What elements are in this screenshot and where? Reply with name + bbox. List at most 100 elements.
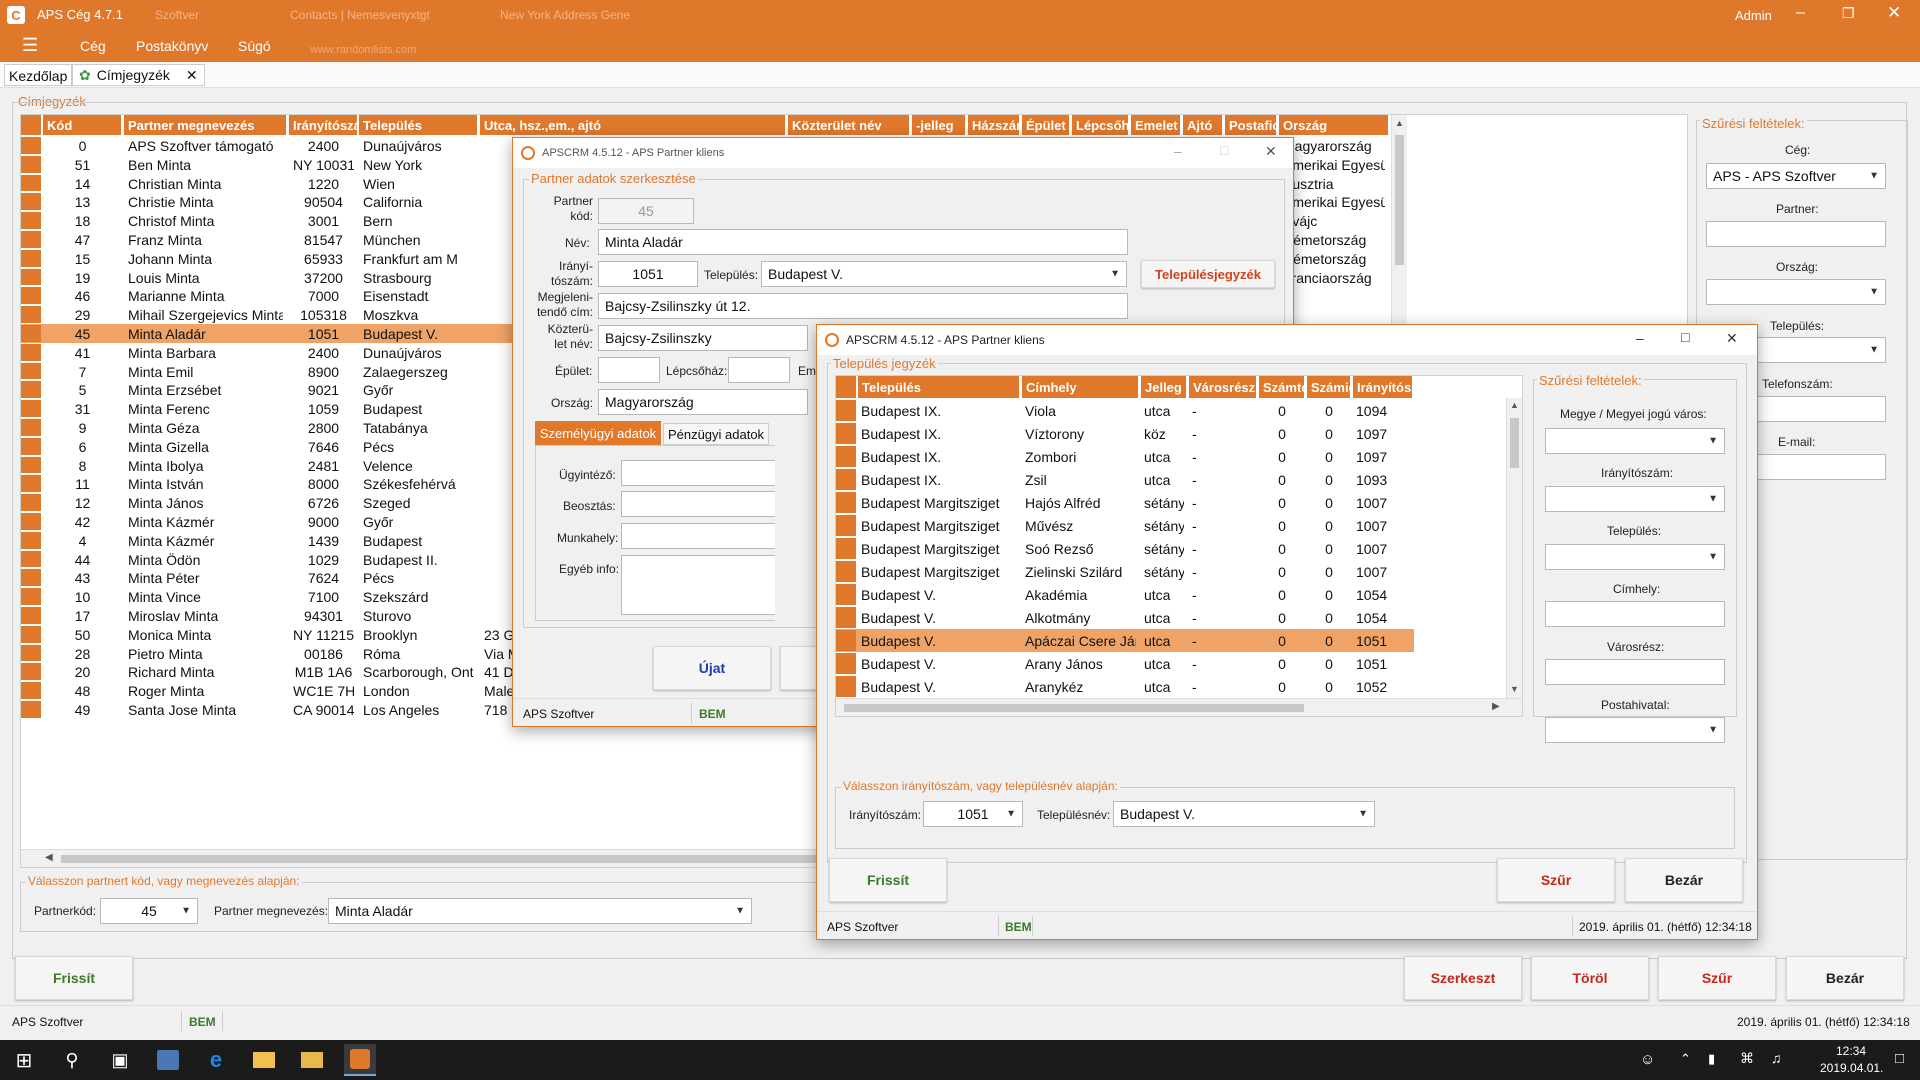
tab-kezdolap[interactable]: Kezdőlap: [4, 64, 73, 86]
nev-input[interactable]: Minta Aladár: [598, 229, 1128, 255]
table-row[interactable]: Budapest V. Alkotmány utca - 0 0 1054: [836, 606, 1414, 629]
file-explorer-icon[interactable]: [248, 1044, 280, 1076]
megjelenito-cim-input[interactable]: Bajcsy-Zsilinszky út 12.: [598, 293, 1128, 319]
column-header-kod[interactable]: Kód: [43, 115, 122, 135]
close-icon[interactable]: ✕: [1726, 330, 1738, 347]
ugyintezo-input[interactable]: [621, 460, 775, 486]
tab-cimjegyzek[interactable]: ✿ Címjegyzék ✕: [72, 64, 205, 86]
restore-icon[interactable]: ❐: [1842, 5, 1855, 22]
scroll-up-icon[interactable]: ▲: [1395, 118, 1404, 128]
beosztas-input[interactable]: [621, 491, 775, 517]
telepulesjegyzek-button[interactable]: Településjegyzék: [1141, 260, 1275, 288]
tab-close-icon[interactable]: ✕: [186, 67, 198, 84]
table-row[interactable]: Budapest IX. Zsil utca - 0 0 1093: [836, 468, 1414, 491]
maximize-icon[interactable]: □: [1220, 142, 1228, 158]
search-icon[interactable]: ⚲: [56, 1044, 88, 1076]
kozterulet-input[interactable]: Bajcsy-Zsilinszky: [598, 325, 808, 351]
telepules-combo[interactable]: Budapest V. ▼: [761, 261, 1127, 287]
column-header-partner-megnevezes[interactable]: Partner megnevezés: [124, 115, 287, 135]
close-icon[interactable]: ✕: [1887, 3, 1901, 23]
column-header-ajto[interactable]: Ajtó: [1183, 115, 1223, 135]
megye-combo[interactable]: ▼: [1545, 428, 1725, 454]
column-header-postafiok[interactable]: Postafiók: [1225, 115, 1277, 135]
menu-sugo[interactable]: Súgó: [238, 38, 271, 54]
frissit-button[interactable]: Frissít: [15, 956, 133, 1000]
ujat-button[interactable]: Újat: [653, 646, 771, 690]
volume-icon[interactable]: ♫: [1771, 1050, 1782, 1066]
tab-szemelyugyi[interactable]: Személyügyi adatok: [535, 421, 661, 445]
orszag-filter-combo[interactable]: ▼: [1706, 279, 1886, 305]
menu-ceg[interactable]: Cég: [80, 38, 106, 54]
settlement-select-irsz-combo[interactable]: 1051 ▼: [923, 801, 1023, 827]
scroll-up-icon[interactable]: ▲: [1510, 400, 1519, 410]
column-header-emelet[interactable]: Emelet: [1131, 115, 1181, 135]
scroll-right-icon[interactable]: ▶: [1492, 701, 1500, 712]
server-app-icon[interactable]: [152, 1044, 184, 1076]
column-header-kozterulet-nev[interactable]: Közterület név: [788, 115, 910, 135]
table-row[interactable]: Budapest V. Arany János utca - 0 0 1051: [836, 652, 1414, 675]
epulet-input[interactable]: [598, 357, 660, 383]
torol-button[interactable]: Töröl: [1531, 956, 1649, 1000]
battery-icon[interactable]: ▮: [1708, 1051, 1715, 1067]
notification-icon[interactable]: □: [1895, 1050, 1904, 1067]
column-header-telepules[interactable]: Település: [858, 376, 1020, 398]
settlement-telepules-combo[interactable]: ▼: [1545, 544, 1725, 570]
scroll-left-icon[interactable]: ◀: [45, 852, 53, 863]
table-row[interactable]: Budapest V. Akadémia utca - 0 0 1054: [836, 583, 1414, 606]
column-header-irsz[interactable]: Irányítósz: [1353, 376, 1413, 398]
minimize-icon[interactable]: –: [1174, 143, 1182, 159]
table-row[interactable]: Budapest V. Apáczai Csere János utca - 0 0 105…: [836, 629, 1414, 652]
column-header-orszag[interactable]: Ország: [1279, 115, 1389, 135]
partner-megnevezes-combo[interactable]: Minta Aladár ▼: [328, 898, 752, 924]
table-row[interactable]: Budapest Margitsziget Soó Rezső sétány - 0 0 1…: [836, 537, 1414, 560]
scroll-down-icon[interactable]: ▼: [1510, 684, 1519, 694]
edge-browser-icon[interactable]: e: [200, 1044, 232, 1076]
bezar-button[interactable]: Bezár: [1786, 956, 1904, 1000]
tray-chevron-up-icon[interactable]: ⌃: [1680, 1051, 1691, 1067]
table-row[interactable]: Budapest Margitsziget Hajós Alfréd sétány -…: [836, 491, 1414, 514]
scrollbar-thumb[interactable]: [61, 855, 841, 863]
postahivatal-combo[interactable]: ▼: [1545, 717, 1725, 743]
minimize-icon[interactable]: –: [1636, 330, 1644, 346]
partner-dialog-button-2[interactable]: [780, 646, 820, 690]
task-view-icon[interactable]: ▣: [104, 1044, 136, 1076]
wifi-icon[interactable]: ⌘: [1740, 1050, 1754, 1067]
column-header-lepcsohaz[interactable]: Lépcsőház: [1072, 115, 1129, 135]
ceg-combo[interactable]: APS - APS Szoftver ▼: [1706, 163, 1886, 189]
user-name[interactable]: Admin: [1735, 8, 1772, 23]
vertical-scrollbar[interactable]: ▲ ▼: [1506, 398, 1522, 698]
telepulesnev-combo[interactable]: Budapest V. ▼: [1113, 801, 1375, 827]
settlement-frissit-button[interactable]: Frissít: [829, 858, 947, 902]
szerkeszt-button[interactable]: Szerkeszt: [1404, 956, 1522, 1000]
column-header-telepules[interactable]: Település: [359, 115, 478, 135]
people-icon[interactable]: ☺: [1640, 1051, 1655, 1068]
lepcsohaz-input[interactable]: [728, 357, 790, 383]
munkahely-input[interactable]: [621, 523, 775, 549]
settlement-szur-button[interactable]: Szűr: [1497, 858, 1615, 902]
partnerkod-combo[interactable]: 45 ▼: [100, 898, 198, 924]
column-header-cimhely[interactable]: Címhely: [1022, 376, 1139, 398]
column-header-jelleg[interactable]: Jelleg: [1141, 376, 1187, 398]
clock-time[interactable]: 12:34: [1820, 1044, 1882, 1058]
column-header-varosresz[interactable]: Városrész: [1189, 376, 1257, 398]
column-header-iranyitoszam[interactable]: Irányítószám: [289, 115, 358, 135]
close-icon[interactable]: ✕: [1265, 143, 1277, 160]
scrollbar-thumb[interactable]: [844, 704, 1304, 712]
horizontal-scrollbar[interactable]: ▶: [836, 698, 1522, 716]
egyeb-info-input[interactable]: [621, 555, 775, 615]
aps-app-taskbar-icon[interactable]: [344, 1044, 376, 1076]
clock-date[interactable]: 2019.04.01.: [1820, 1061, 1883, 1075]
tab-penzugyi[interactable]: Pénzügyi adatok: [663, 423, 769, 445]
settlement-irsz-combo[interactable]: ▼: [1545, 486, 1725, 512]
partner-filter-input[interactable]: [1706, 221, 1886, 247]
table-row[interactable]: Budapest IX. Viola utca - 0 0 1094: [836, 399, 1414, 422]
table-row[interactable]: Budapest IX. Víztorony köz - 0 0 1097: [836, 422, 1414, 445]
column-header-utca[interactable]: Utca, hsz.,em., ajtó: [480, 115, 786, 135]
scrollbar-thumb[interactable]: [1395, 135, 1404, 265]
table-row[interactable]: Budapest Margitsziget Zielinski Szilárd sé…: [836, 560, 1414, 583]
table-row[interactable]: Budapest V. Aranykéz utca - 0 0 1052: [836, 675, 1414, 698]
column-header-jelleg[interactable]: -jelleg: [912, 115, 966, 135]
varosresz-input[interactable]: [1545, 659, 1725, 685]
scrollbar-thumb[interactable]: [1510, 418, 1519, 468]
maximize-icon[interactable]: □: [1681, 329, 1689, 345]
